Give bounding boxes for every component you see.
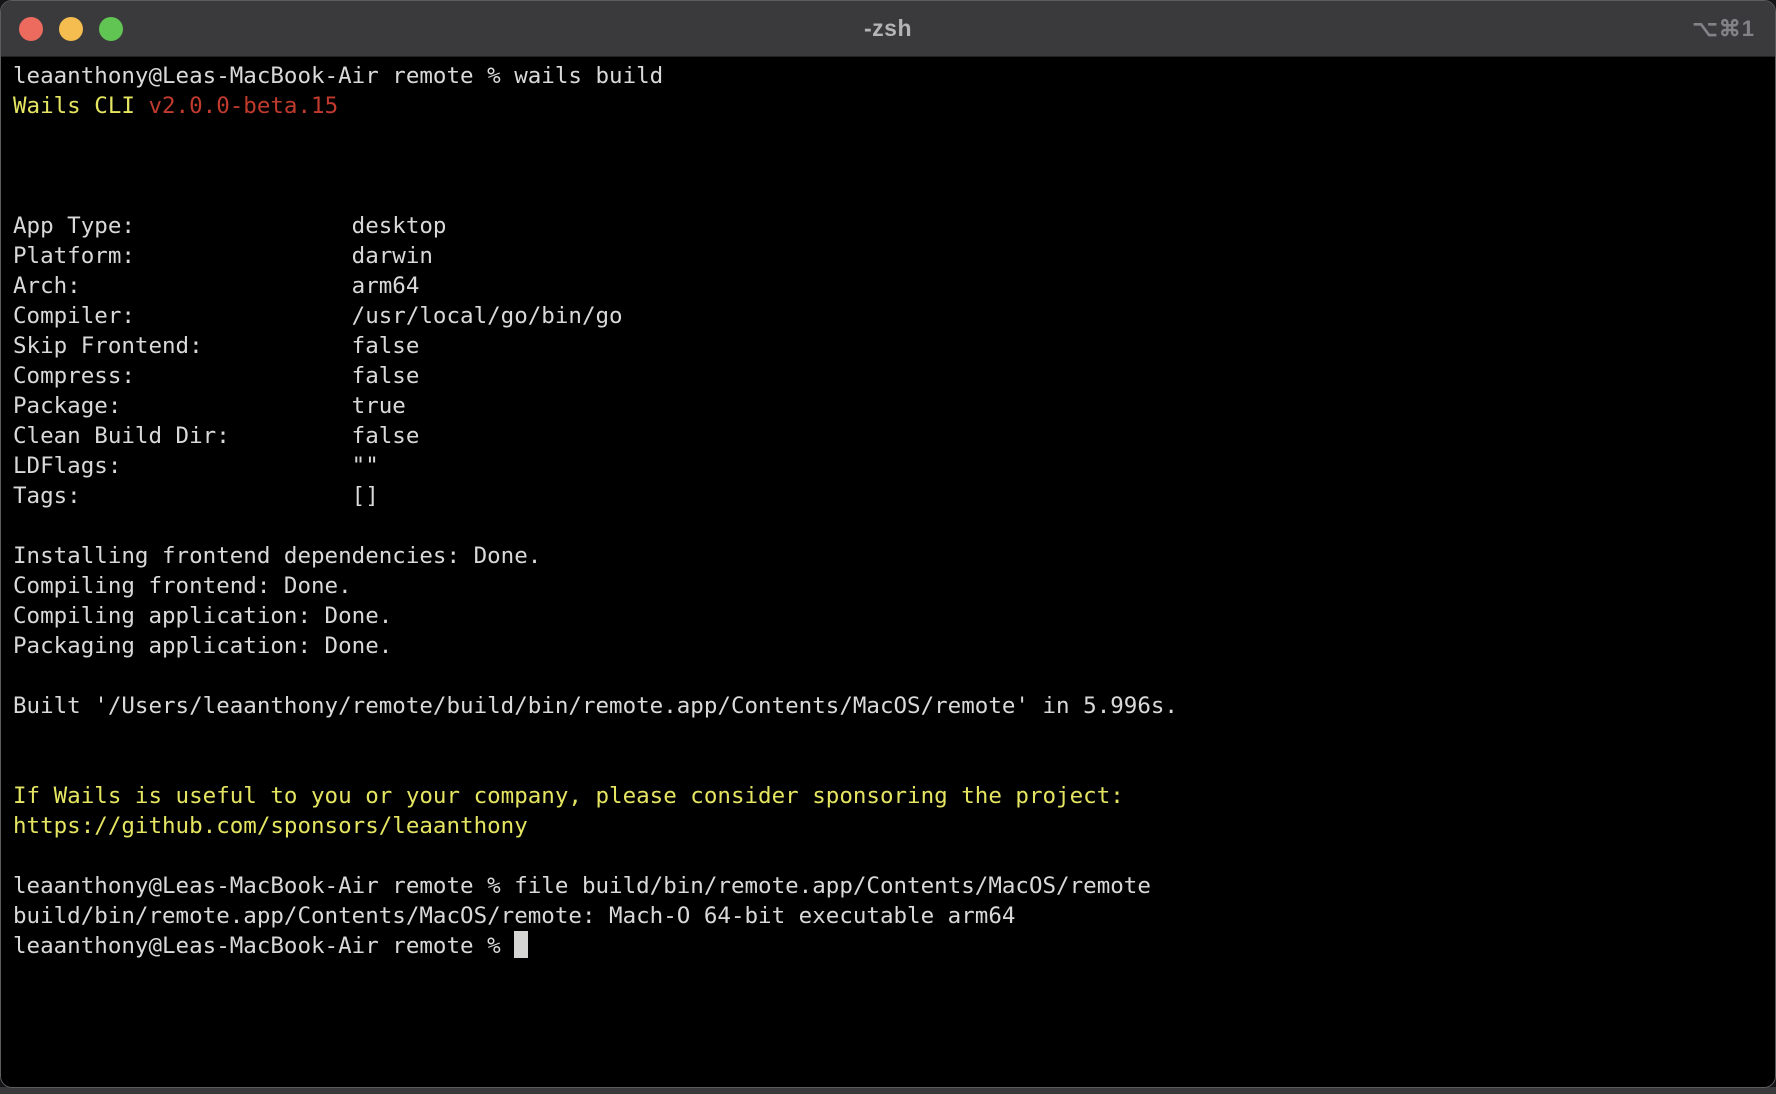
window-title: -zsh [864,15,912,42]
terminal-line: Clean Build Dir: false [13,421,1763,451]
terminal-line: leaanthony@Leas-MacBook-Air remote % wai… [13,61,1763,91]
terminal-line: Package: true [13,391,1763,421]
terminal-line: Built '/Users/leaanthony/remote/build/bi… [13,691,1763,721]
titlebar[interactable]: -zsh ⌥⌘1 [1,1,1775,57]
terminal-line: App Type: desktop [13,211,1763,241]
keyboard-shortcut-badge: ⌥⌘1 [1692,16,1755,42]
terminal-line: Compress: false [13,361,1763,391]
terminal-line: Compiler: /usr/local/go/bin/go [13,301,1763,331]
cursor [514,931,528,958]
terminal-line: Skip Frontend: false [13,331,1763,361]
terminal-line: LDFlags: "" [13,451,1763,481]
terminal-line [13,721,1763,751]
terminal-line [13,121,1763,151]
terminal-line [13,751,1763,781]
terminal-line [13,181,1763,211]
terminal-line: Compiling frontend: Done. [13,571,1763,601]
terminal-line: Compiling application: Done. [13,601,1763,631]
background-window-edge [0,1087,1776,1094]
terminal-line: Installing frontend dependencies: Done. [13,541,1763,571]
traffic-lights [19,1,123,56]
terminal-line: Wails CLI v2.0.0-beta.15 [13,91,1763,121]
terminal-line: Packaging application: Done. [13,631,1763,661]
terminal-line: build/bin/remote.app/Contents/MacOS/remo… [13,901,1763,931]
terminal-line: https://github.com/sponsors/leaanthony [13,811,1763,841]
terminal-line [13,511,1763,541]
zoom-button[interactable] [99,17,123,41]
terminal-line [13,151,1763,181]
terminal-line: leaanthony@Leas-MacBook-Air remote % fil… [13,871,1763,901]
terminal-line: leaanthony@Leas-MacBook-Air remote % [13,931,1763,961]
minimize-button[interactable] [59,17,83,41]
terminal-window: -zsh ⌥⌘1 leaanthony@Leas-MacBook-Air rem… [0,0,1776,1088]
terminal-line: If Wails is useful to you or your compan… [13,781,1763,811]
terminal-line: Platform: darwin [13,241,1763,271]
terminal-line [13,841,1763,871]
terminal-screen[interactable]: leaanthony@Leas-MacBook-Air remote % wai… [1,57,1775,1087]
terminal-line: Tags: [] [13,481,1763,511]
terminal-line: Arch: arm64 [13,271,1763,301]
close-button[interactable] [19,17,43,41]
terminal-line [13,661,1763,691]
